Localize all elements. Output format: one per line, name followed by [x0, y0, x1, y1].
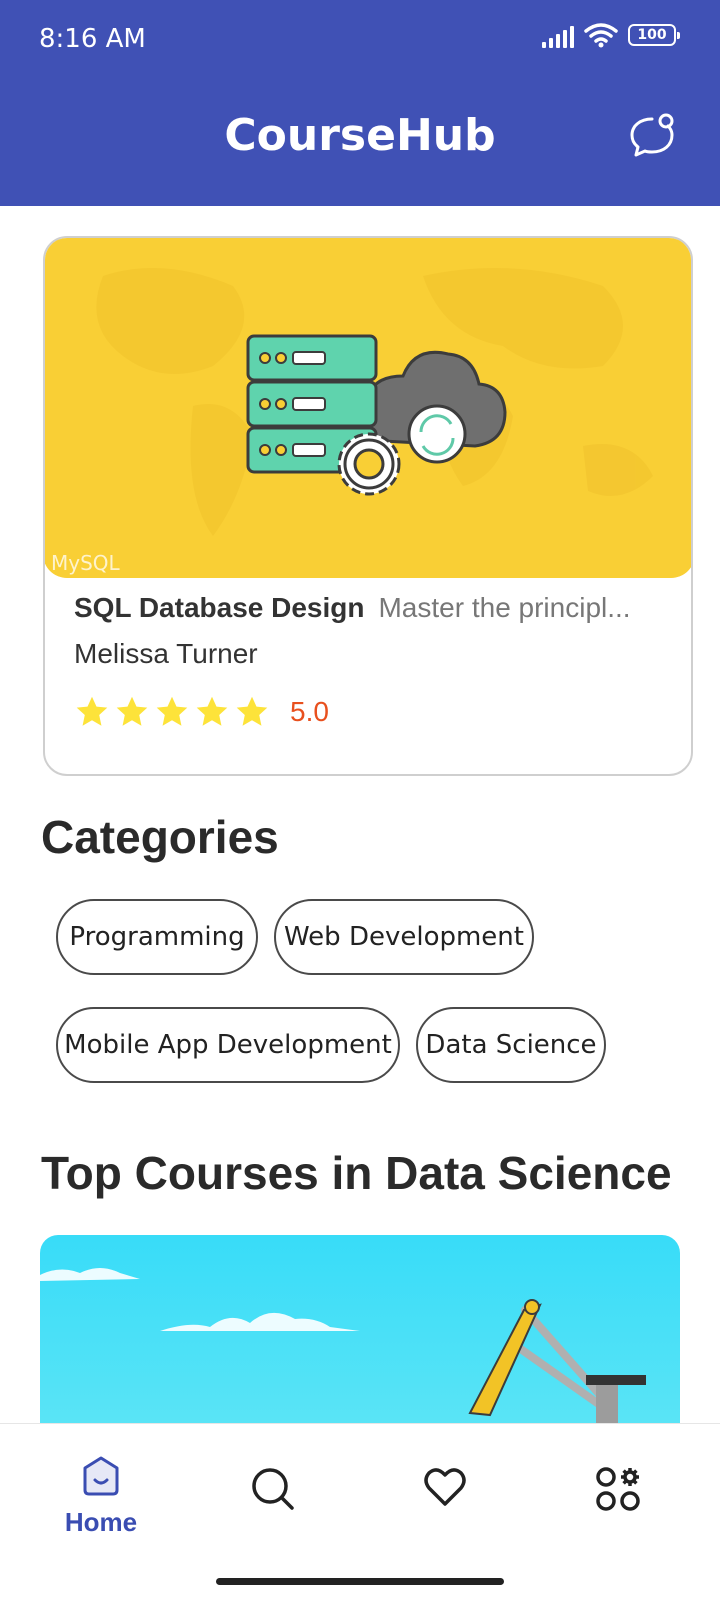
bottom-nav: Home	[0, 1423, 720, 1600]
signal-icon	[542, 22, 574, 48]
home-icon	[83, 1456, 119, 1496]
heart-icon	[424, 1468, 466, 1506]
status-time: 8:16 AM	[39, 24, 146, 54]
category-chip-mobile-app-development[interactable]: Mobile App Development	[56, 1007, 400, 1083]
course-title-row: SQL Database Design Master the principl..…	[74, 592, 674, 624]
nav-home-label: Home	[64, 1507, 138, 1537]
crane-illustration	[40, 1268, 646, 1425]
nav-favorites[interactable]	[385, 1466, 505, 1513]
course-instructor: Melissa Turner	[74, 638, 258, 669]
nav-home[interactable]: Home	[41, 1454, 161, 1538]
course-description: Master the principl...	[378, 592, 631, 623]
star-icon	[196, 696, 228, 726]
chat-bubble-icon[interactable]	[628, 112, 676, 160]
category-chip-programming[interactable]: Programming	[56, 899, 258, 975]
home-indicator[interactable]	[216, 1578, 504, 1585]
categories-heading: Categories	[41, 811, 279, 863]
rating-stars	[74, 694, 270, 730]
mysql-watermark: MySQL	[51, 551, 121, 575]
category-chip-data-science[interactable]: Data Science	[416, 1007, 606, 1083]
category-chip-web-development[interactable]: Web Development	[274, 899, 534, 975]
database-illustration: MySQL	[51, 268, 653, 575]
app-title: CourseHub	[224, 110, 496, 161]
star-icon	[116, 696, 148, 726]
course-thumbnail: MySQL	[45, 238, 691, 578]
wifi-icon	[584, 23, 618, 48]
nav-more[interactable]	[558, 1466, 678, 1517]
course-title: SQL Database Design	[74, 592, 365, 623]
app-bar: 8:16 AM 100 CourseHub	[0, 0, 720, 206]
course-rating: 5.0	[74, 694, 329, 730]
star-icon	[76, 696, 108, 726]
battery-icon: 100	[628, 24, 680, 46]
star-icon	[236, 696, 268, 726]
search-icon	[252, 1468, 294, 1510]
top-courses-heading: Top Courses in Data Science	[41, 1147, 672, 1199]
featured-course-card[interactable]: MySQL SQL Database Design Master the prin…	[43, 236, 693, 776]
star-icon	[156, 696, 188, 726]
categories-icon	[596, 1467, 640, 1511]
nav-search[interactable]	[213, 1466, 333, 1517]
rating-value: 5.0	[290, 696, 329, 727]
top-course-thumbnail[interactable]	[40, 1235, 680, 1425]
status-icons: 100	[542, 22, 680, 48]
